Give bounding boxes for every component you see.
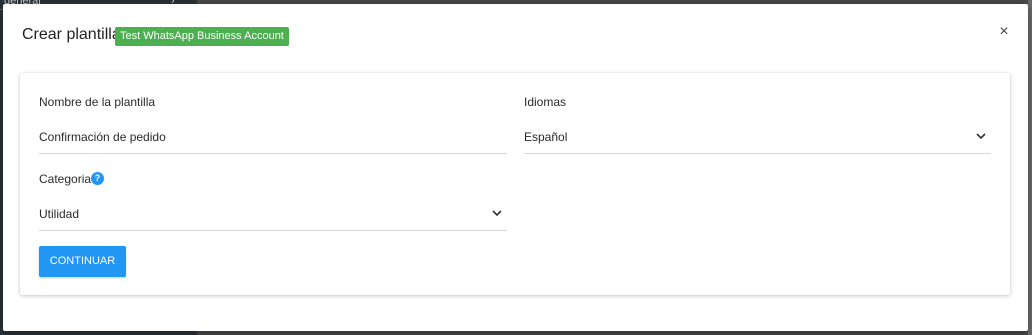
category-select[interactable]: Utilidad <box>39 197 507 231</box>
languages-label: Idiomas <box>524 95 567 109</box>
category-value: Utilidad <box>39 207 80 221</box>
close-icon[interactable]: × <box>996 24 1012 40</box>
languages-value: Español <box>524 130 568 144</box>
template-name-label: Nombre de la plantilla <box>39 95 156 109</box>
template-name-value: Confirmación de pedido <box>39 130 166 144</box>
background-scrollbar <box>1028 0 1032 335</box>
continue-button[interactable]: CONTINUAR <box>39 246 126 277</box>
chevron-down-icon <box>976 133 986 140</box>
chevron-down-icon <box>492 210 502 217</box>
help-icon[interactable]: ? <box>91 172 104 185</box>
template-form-card: Nombre de la plantilla Confirmación de p… <box>20 73 1010 295</box>
template-name-input[interactable]: Confirmación de pedido <box>39 120 507 154</box>
category-label: Categoria <box>39 172 92 186</box>
create-template-dialog: Crear plantilla Test WhatsApp Business A… <box>3 4 1028 331</box>
dialog-title: Crear plantilla <box>22 26 121 43</box>
languages-select[interactable]: Español <box>524 120 991 154</box>
account-badge: Test WhatsApp Business Account <box>115 27 289 46</box>
dialog-header: Crear plantilla Test WhatsApp Business A… <box>3 4 1028 68</box>
